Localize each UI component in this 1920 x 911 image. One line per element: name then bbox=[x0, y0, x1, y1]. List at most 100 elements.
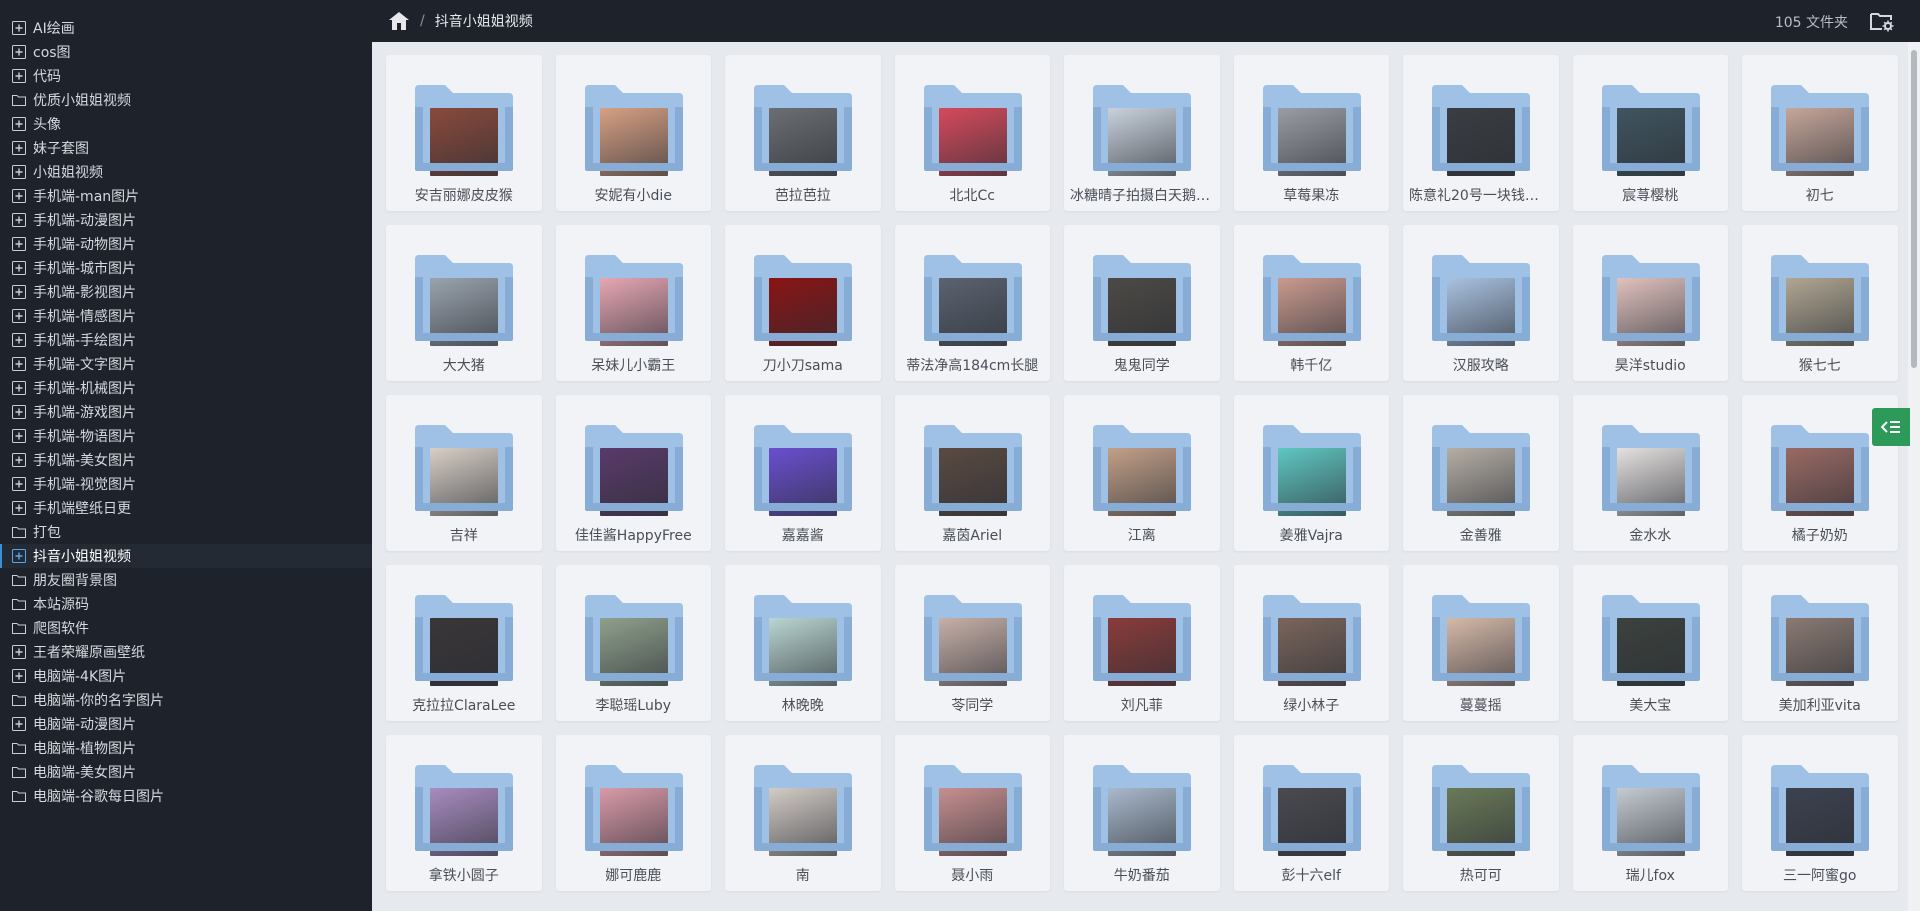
plus-square-icon[interactable] bbox=[12, 117, 26, 131]
scrollbar-thumb[interactable] bbox=[1911, 50, 1917, 368]
folder-card[interactable]: 呆妹儿小霸王 bbox=[555, 225, 711, 381]
content-scrollbar[interactable] bbox=[1908, 42, 1920, 911]
plus-square-icon[interactable] bbox=[12, 21, 26, 35]
folder-card[interactable]: 吉祥 bbox=[386, 395, 542, 551]
folder-card[interactable]: 汉服攻略 bbox=[1403, 225, 1559, 381]
sidebar-item[interactable]: 手机端-动漫图片 bbox=[0, 208, 372, 232]
sidebar-item[interactable]: AI绘画 bbox=[0, 16, 372, 40]
sidebar-item[interactable]: 手机端壁纸日更 bbox=[0, 496, 372, 520]
plus-square-icon[interactable] bbox=[12, 381, 26, 395]
folder-card[interactable]: 陈意礼20号一块钱挑战 bbox=[1403, 55, 1559, 211]
plus-square-icon[interactable] bbox=[12, 549, 26, 563]
folder-card[interactable]: 绿小林子 bbox=[1233, 565, 1389, 721]
plus-square-icon[interactable] bbox=[12, 645, 26, 659]
folder-card[interactable]: 拿铁小圆子 bbox=[386, 735, 542, 891]
folder-settings-icon[interactable] bbox=[1870, 10, 1894, 32]
folder-card[interactable]: 美加利亚vita bbox=[1742, 565, 1898, 721]
sidebar-item[interactable]: 手机端-文字图片 bbox=[0, 352, 372, 376]
folder-outline-icon[interactable] bbox=[12, 573, 26, 587]
folder-card[interactable]: 北北Cc bbox=[894, 55, 1050, 211]
folder-card[interactable]: 大大猪 bbox=[386, 225, 542, 381]
folder-card[interactable]: 娜可鹿鹿 bbox=[555, 735, 711, 891]
folder-card[interactable]: 牛奶番茄 bbox=[1064, 735, 1220, 891]
folder-outline-icon[interactable] bbox=[12, 597, 26, 611]
sidebar-item[interactable]: 抖音小姐姐视频 bbox=[0, 544, 372, 568]
folder-card[interactable]: 冰糖晴子拍摄白天鹅芭蕾舞服 bbox=[1064, 55, 1220, 211]
folder-card[interactable]: 刀小刀sama bbox=[725, 225, 881, 381]
folder-outline-icon[interactable] bbox=[12, 789, 26, 803]
plus-square-icon[interactable] bbox=[12, 69, 26, 83]
sidebar-item[interactable]: 头像 bbox=[0, 112, 372, 136]
folder-outline-icon[interactable] bbox=[12, 741, 26, 755]
sidebar-item[interactable]: 电脑端-美女图片 bbox=[0, 760, 372, 784]
sidebar-item[interactable]: 手机端-情感图片 bbox=[0, 304, 372, 328]
folder-card[interactable]: 南 bbox=[725, 735, 881, 891]
sidebar-item[interactable]: 手机端-man图片 bbox=[0, 184, 372, 208]
sidebar-item[interactable]: 手机端-城市图片 bbox=[0, 256, 372, 280]
plus-square-icon[interactable] bbox=[12, 141, 26, 155]
folder-card[interactable]: 热可可 bbox=[1403, 735, 1559, 891]
folder-card[interactable]: 安妮有小die bbox=[555, 55, 711, 211]
folder-card[interactable]: 姜雅Vajra bbox=[1233, 395, 1389, 551]
sidebar-item[interactable]: 手机端-物语图片 bbox=[0, 424, 372, 448]
folder-outline-icon[interactable] bbox=[12, 93, 26, 107]
sidebar-item[interactable]: 优质小姐姐视频 bbox=[0, 88, 372, 112]
plus-square-icon[interactable] bbox=[12, 429, 26, 443]
plus-square-icon[interactable] bbox=[12, 285, 26, 299]
folder-card[interactable]: 李聪瑶Luby bbox=[555, 565, 711, 721]
plus-square-icon[interactable] bbox=[12, 453, 26, 467]
folder-card[interactable]: 佳佳酱HappyFree bbox=[555, 395, 711, 551]
plus-square-icon[interactable] bbox=[12, 669, 26, 683]
sidebar-item[interactable]: 电脑端-谷歌每日图片 bbox=[0, 784, 372, 808]
plus-square-icon[interactable] bbox=[12, 477, 26, 491]
folder-card[interactable]: 三一阿蜜go bbox=[1742, 735, 1898, 891]
folder-card[interactable]: 嘉茵Ariel bbox=[894, 395, 1050, 551]
home-icon[interactable] bbox=[388, 11, 410, 31]
breadcrumb-current[interactable]: 抖音小姐姐视频 bbox=[435, 11, 533, 31]
folder-card[interactable]: 彭十六elf bbox=[1233, 735, 1389, 891]
sidebar-item[interactable]: 电脑端-动漫图片 bbox=[0, 712, 372, 736]
folder-card[interactable]: 美大宝 bbox=[1572, 565, 1728, 721]
sidebar-item[interactable]: 电脑端-4K图片 bbox=[0, 664, 372, 688]
plus-square-icon[interactable] bbox=[12, 189, 26, 203]
folder-card[interactable]: 江离 bbox=[1064, 395, 1220, 551]
folder-card[interactable]: 鬼鬼同学 bbox=[1064, 225, 1220, 381]
sidebar-item[interactable]: 电脑端-植物图片 bbox=[0, 736, 372, 760]
sidebar-item[interactable]: 手机端-动物图片 bbox=[0, 232, 372, 256]
sidebar-item[interactable]: 手机端-手绘图片 bbox=[0, 328, 372, 352]
plus-square-icon[interactable] bbox=[12, 333, 26, 347]
sidebar-item[interactable]: 本站源码 bbox=[0, 592, 372, 616]
sidebar-item[interactable]: 妹子套图 bbox=[0, 136, 372, 160]
sidebar-item[interactable]: 王者荣耀原画壁纸 bbox=[0, 640, 372, 664]
folder-card[interactable]: 宸荨樱桃 bbox=[1572, 55, 1728, 211]
sidebar-item[interactable]: 手机端-美女图片 bbox=[0, 448, 372, 472]
sidebar-item[interactable]: cos图 bbox=[0, 40, 372, 64]
collapse-list-icon[interactable] bbox=[1872, 408, 1910, 446]
sidebar-item[interactable]: 爬图软件 bbox=[0, 616, 372, 640]
folder-card[interactable]: 林晚晚 bbox=[725, 565, 881, 721]
folder-card[interactable]: 草莓果冻 bbox=[1233, 55, 1389, 211]
folder-card[interactable]: 昊洋studio bbox=[1572, 225, 1728, 381]
folder-outline-icon[interactable] bbox=[12, 621, 26, 635]
sidebar-item[interactable]: 小姐姐视频 bbox=[0, 160, 372, 184]
folder-card[interactable]: 苓同学 bbox=[894, 565, 1050, 721]
folder-card[interactable]: 金善雅 bbox=[1403, 395, 1559, 551]
folder-card[interactable]: 瑞儿fox bbox=[1572, 735, 1728, 891]
plus-square-icon[interactable] bbox=[12, 261, 26, 275]
sidebar-item[interactable]: 手机端-视觉图片 bbox=[0, 472, 372, 496]
sidebar-item[interactable]: 手机端-游戏图片 bbox=[0, 400, 372, 424]
folder-card[interactable]: 嘉嘉酱 bbox=[725, 395, 881, 551]
plus-square-icon[interactable] bbox=[12, 501, 26, 515]
folder-card[interactable]: 猴七七 bbox=[1742, 225, 1898, 381]
folder-outline-icon[interactable] bbox=[12, 693, 26, 707]
folder-card[interactable]: 韩千亿 bbox=[1233, 225, 1389, 381]
folder-card[interactable]: 克拉拉ClaraLee bbox=[386, 565, 542, 721]
folder-card[interactable]: 刘凡菲 bbox=[1064, 565, 1220, 721]
sidebar-item[interactable]: 打包 bbox=[0, 520, 372, 544]
folder-card[interactable]: 金水水 bbox=[1572, 395, 1728, 551]
folder-card[interactable]: 蒂法净高184cm长腿 bbox=[894, 225, 1050, 381]
plus-square-icon[interactable] bbox=[12, 357, 26, 371]
plus-square-icon[interactable] bbox=[12, 405, 26, 419]
sidebar-item[interactable]: 朋友圈背景图 bbox=[0, 568, 372, 592]
folder-outline-icon[interactable] bbox=[12, 525, 26, 539]
